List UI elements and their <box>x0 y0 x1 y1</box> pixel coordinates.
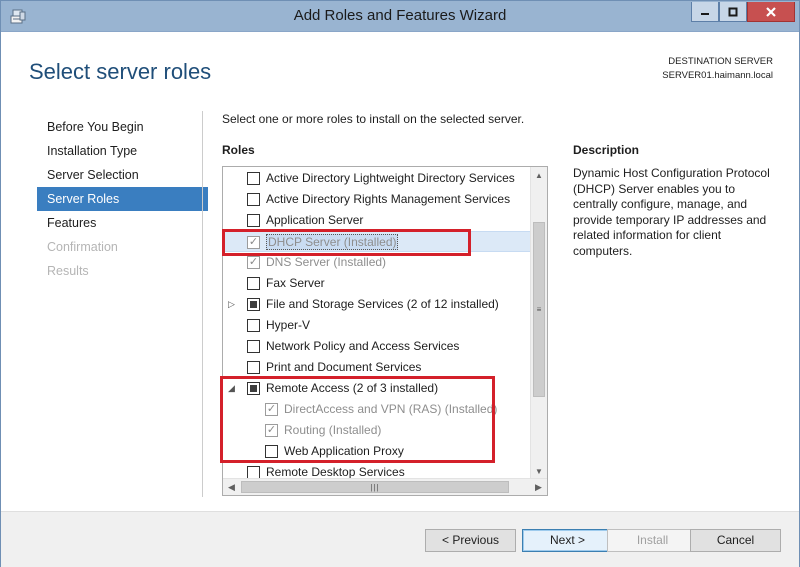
maximize-button[interactable] <box>719 2 747 22</box>
next-button[interactable]: Next > <box>522 529 613 552</box>
scroll-left-icon[interactable]: ◀ <box>223 479 240 495</box>
instruction-text: Select one or more roles to install on t… <box>222 112 525 126</box>
minimize-button[interactable] <box>691 2 719 22</box>
close-button[interactable] <box>747 2 795 22</box>
role-checkbox[interactable] <box>247 361 260 374</box>
partial-check-icon <box>250 385 257 392</box>
role-label: Remote Access (2 of 3 installed) <box>266 381 439 395</box>
scroll-up-icon[interactable]: ▲ <box>531 167 547 184</box>
previous-button[interactable]: < Previous <box>425 529 516 552</box>
window-title: Add Roles and Features Wizard <box>293 7 507 24</box>
checkmark-icon: ✓ <box>266 403 277 415</box>
nav-item-before-you-begin[interactable]: Before You Begin <box>37 115 208 139</box>
role-row[interactable]: Application Server <box>223 210 531 231</box>
nav-item-server-selection[interactable]: Server Selection <box>37 163 208 187</box>
nav-item-installation-type[interactable]: Installation Type <box>37 139 208 163</box>
role-row[interactable]: Network Policy and Access Services <box>223 336 531 357</box>
roles-tree-list[interactable]: Active Directory Lightweight Directory S… <box>222 166 548 496</box>
destination-server: DESTINATION SERVER SERVER01.haimann.loca… <box>662 55 773 83</box>
role-checkbox[interactable] <box>247 340 260 353</box>
role-row[interactable]: Fax Server <box>223 273 531 294</box>
horizontal-scrollbar[interactable]: ◀ ||| ▶ <box>223 478 547 495</box>
role-row[interactable]: ✓ DNS Server (Installed) <box>223 252 531 273</box>
vertical-scrollbar[interactable]: ▲ ≡ ▼ <box>530 167 547 480</box>
role-checkbox: ✓ <box>247 236 260 249</box>
page-title: Select server roles <box>29 59 212 84</box>
roles-heading: Roles <box>222 143 255 157</box>
role-checkbox[interactable] <box>247 382 260 395</box>
role-label: Application Server <box>266 213 364 227</box>
role-checkbox: ✓ <box>247 256 260 269</box>
destination-server-name: SERVER01.haimann.local <box>662 70 773 81</box>
role-label: Fax Server <box>266 276 325 290</box>
nav-item-confirmation: Confirmation <box>47 240 118 254</box>
checkmark-icon: ✓ <box>248 236 259 248</box>
wizard-footer: < Previous Next > Install Cancel <box>1 511 799 567</box>
role-row[interactable]: Print and Document Services <box>223 357 531 378</box>
maximize-icon <box>728 7 738 16</box>
role-checkbox[interactable] <box>265 445 278 458</box>
checkmark-icon: ✓ <box>266 424 277 436</box>
role-row[interactable]: ✓ Routing (Installed) <box>223 420 531 441</box>
checkmark-icon: ✓ <box>248 256 259 268</box>
role-label: File and Storage Services (2 of 12 insta… <box>266 297 499 311</box>
role-label: DirectAccess and VPN (RAS) (Installed) <box>284 402 498 416</box>
horizontal-scroll-thumb[interactable]: ||| <box>241 481 509 493</box>
wizard-nav: Before You Begin Installation Type Serve… <box>37 115 208 283</box>
role-row[interactable]: Hyper-V <box>223 315 531 336</box>
role-label: Hyper-V <box>266 318 311 332</box>
role-label: Web Application Proxy <box>284 444 404 458</box>
description-text: Dynamic Host Configuration Protocol (DHC… <box>573 166 770 258</box>
role-label: DNS Server (Installed) <box>266 255 387 269</box>
nav-divider <box>202 111 203 497</box>
role-label: Active Directory Lightweight Directory S… <box>266 171 515 185</box>
partial-check-icon <box>250 301 257 308</box>
expanded-arrow-icon[interactable]: ◢ <box>228 383 238 394</box>
role-label: DHCP Server (Installed) <box>266 234 399 250</box>
role-label: Remote Desktop Services <box>266 465 405 479</box>
role-checkbox[interactable] <box>247 193 260 206</box>
nav-item-server-roles[interactable]: Server Roles <box>37 187 208 211</box>
role-row[interactable]: ◢ Remote Access (2 of 3 installed) <box>223 378 531 399</box>
role-row[interactable]: Active Directory Lightweight Directory S… <box>223 168 531 189</box>
role-checkbox[interactable] <box>247 298 260 311</box>
role-checkbox[interactable] <box>247 172 260 185</box>
role-row[interactable]: ▷ File and Storage Services (2 of 12 inst… <box>223 294 531 315</box>
title-bar[interactable]: Add Roles and Features Wizard <box>1 1 799 32</box>
role-checkbox: ✓ <box>265 403 278 416</box>
role-label: Active Directory Rights Management Servi… <box>266 192 511 206</box>
role-row[interactable]: ✓ DHCP Server (Installed) <box>223 231 531 252</box>
role-checkbox[interactable] <box>247 277 260 290</box>
role-label: Routing (Installed) <box>284 423 382 437</box>
description-heading: Description <box>573 143 640 157</box>
role-row[interactable]: Web Application Proxy <box>223 441 531 462</box>
vertical-scroll-thumb[interactable]: ≡ <box>533 222 545 397</box>
role-row[interactable]: ✓ DirectAccess and VPN (RAS) (Installed) <box>223 399 531 420</box>
role-checkbox[interactable] <box>247 214 260 227</box>
nav-item-features[interactable]: Features <box>37 211 208 235</box>
scroll-right-icon[interactable]: ▶ <box>530 479 547 495</box>
minimize-icon <box>701 12 709 15</box>
collapsed-arrow-icon[interactable]: ▷ <box>228 299 238 310</box>
close-icon <box>766 6 776 17</box>
wizard-content: Select server roles DESTINATION SERVER S… <box>10 33 792 511</box>
cancel-button[interactable]: Cancel <box>690 529 781 552</box>
role-label: Network Policy and Access Services <box>266 339 460 353</box>
destination-label: DESTINATION SERVER <box>668 56 773 67</box>
role-checkbox[interactable] <box>247 319 260 332</box>
wizard-window: Add Roles and Features Wizard Select ser… <box>0 0 800 567</box>
role-row[interactable]: Active Directory Rights Management Servi… <box>223 189 531 210</box>
role-checkbox: ✓ <box>265 424 278 437</box>
nav-item-results: Results <box>47 264 89 278</box>
role-label: Print and Document Services <box>266 360 422 374</box>
install-button: Install <box>607 529 698 552</box>
